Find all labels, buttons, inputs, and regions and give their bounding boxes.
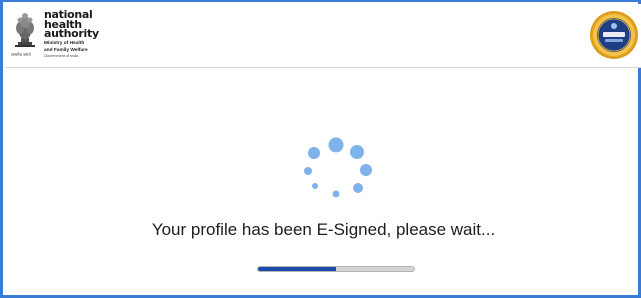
nha-wordmark: national health authority Ministry of He…: [44, 9, 99, 59]
nha-logo: सत्यमेव जयते national health authority M…: [11, 8, 99, 64]
ministry-line-1: Ministry of Health: [44, 40, 85, 46]
emblem-caption: सत्यमेव जयते: [11, 52, 31, 57]
esign-status-message: Your profile has been E-Signed, please w…: [151, 220, 496, 239]
progress-bar-fill: [258, 267, 336, 271]
progress-bar: [257, 266, 415, 272]
page-header: सत्यमेव जयते national health authority M…: [6, 4, 641, 68]
loading-dots-icon: [288, 128, 384, 208]
national-emblem-icon: सत्यमेव जयते: [11, 8, 38, 57]
brand-line-authority: authority: [44, 27, 99, 40]
page-frame: सत्यमेव जयते national health authority M…: [0, 0, 641, 298]
government-label: Government of India: [44, 53, 79, 58]
cdac-seal-icon: [589, 10, 639, 60]
